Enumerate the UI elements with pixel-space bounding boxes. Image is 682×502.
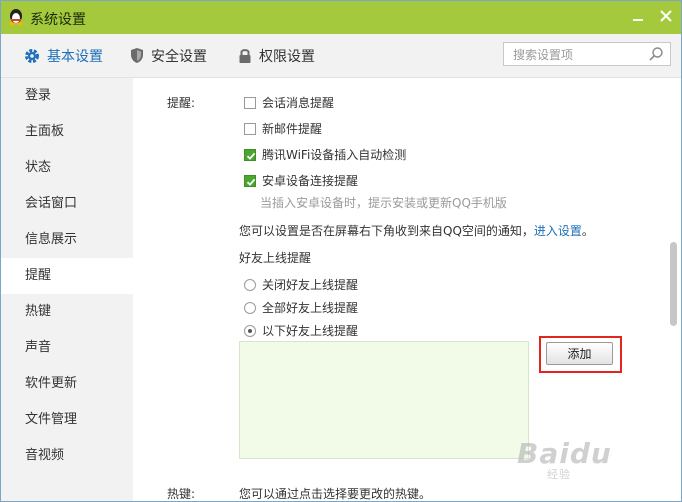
qzone-notice-text: 您可以设置是否在屏幕右下角收到来自QQ空间的通知， [239,224,534,238]
close-button[interactable] [655,5,677,27]
minimize-icon [633,19,643,21]
settings-window: 系统设置 基本设置 安全设置 权限设置 搜索设置项 登录 主面板 状态 会话窗口… [0,0,682,502]
checkbox-checked[interactable] [244,174,256,187]
sidebar-item-sound[interactable]: 声音 [1,330,133,366]
radio-button-selected[interactable] [244,324,256,337]
tab-permission-settings[interactable]: 权限设置 [237,34,315,77]
sidebar-item-audio-video[interactable]: 音视频 [1,438,133,474]
sidebar-item-reminders[interactable]: 提醒 [1,258,133,294]
checkbox[interactable] [244,122,256,135]
gear-icon [23,47,41,65]
friend-online-title: 好友上线提醒 [239,251,312,265]
checkbox[interactable] [244,96,256,109]
sidebar-item-main-panel[interactable]: 主面板 [1,114,133,150]
radio-label: 关闭好友上线提醒 [262,278,359,292]
shield-icon [129,47,145,64]
qzone-notice-end: 。 [581,224,594,238]
checkbox-label: 会话消息提醒 [262,96,335,110]
minimize-button[interactable] [627,5,649,27]
checkbox-label: 新邮件提醒 [262,122,323,136]
checkmark-icon [246,152,256,160]
add-friend-button[interactable]: 添加 [546,342,613,365]
sidebar-item-login[interactable]: 登录 [1,78,133,114]
qq-logo-icon [7,8,25,26]
radio-label: 以下好友上线提醒 [262,324,359,338]
tab-label: 权限设置 [259,48,315,65]
lock-icon [237,47,253,64]
qzone-settings-link[interactable]: 进入设置 [534,224,582,238]
search-input[interactable] [511,44,655,66]
qzone-notice: 您可以设置是否在屏幕右下角收到来自QQ空间的通知，进入设置。 [239,222,594,239]
search-icon[interactable] [648,46,664,65]
option-friend-online-off[interactable]: 关闭好友上线提醒 [244,276,358,293]
close-icon [660,10,672,22]
checkmark-icon [246,178,256,186]
sidebar-item-info-display[interactable]: 信息展示 [1,222,133,258]
sidebar-item-chat-window[interactable]: 会话窗口 [1,186,133,222]
checkbox-label: 腾讯WiFi设备插入自动检测 [262,148,407,162]
checkbox-checked[interactable] [244,148,256,161]
hotkeys-section-label: 热键: [167,487,196,501]
window-title: 系统设置 [30,12,86,28]
option-android-connect-reminder[interactable]: 安卓设备连接提醒 [244,172,358,189]
sidebar-item-file-management[interactable]: 文件管理 [1,402,133,438]
tab-bar: 基本设置 安全设置 权限设置 [1,34,681,78]
option-new-mail-reminder[interactable]: 新邮件提醒 [244,120,322,137]
reminders-section-label: 提醒: [167,96,196,110]
tab-security-settings[interactable]: 安全设置 [129,34,207,77]
hotkeys-text: 您可以通过点击选择要更改的热键。 [239,487,432,501]
sidebar-item-hotkeys[interactable]: 热键 [1,294,133,330]
option-wifi-device-detect[interactable]: 腾讯WiFi设备插入自动检测 [244,146,406,163]
scrollbar-thumb[interactable] [670,242,677,326]
friend-list-box[interactable] [239,341,529,459]
option-friend-online-all[interactable]: 全部好友上线提醒 [244,299,358,316]
option-friend-online-selected[interactable]: 以下好友上线提醒 [244,322,358,339]
settings-sidebar: 登录 主面板 状态 会话窗口 信息展示 提醒 热键 声音 软件更新 文件管理 音… [1,78,133,501]
baidu-watermark: Baidu 经验 [517,437,612,482]
title-bar[interactable]: 系统设置 [1,1,681,34]
radio-button[interactable] [244,301,256,314]
sidebar-item-status[interactable]: 状态 [1,150,133,186]
tab-label: 基本设置 [47,48,103,65]
sidebar-item-software-update[interactable]: 软件更新 [1,366,133,402]
radio-button[interactable] [244,278,256,291]
option-chat-message-reminder[interactable]: 会话消息提醒 [244,94,334,111]
android-hint-text: 当插入安卓设备时，提示安装或更新QQ手机版 [260,196,507,210]
tab-basic-settings[interactable]: 基本设置 [23,34,103,77]
vertical-scrollbar[interactable] [665,78,681,501]
search-box[interactable] [503,42,671,66]
radio-label: 全部好友上线提醒 [262,301,359,315]
tab-label: 安全设置 [151,48,207,65]
checkbox-label: 安卓设备连接提醒 [262,174,359,188]
